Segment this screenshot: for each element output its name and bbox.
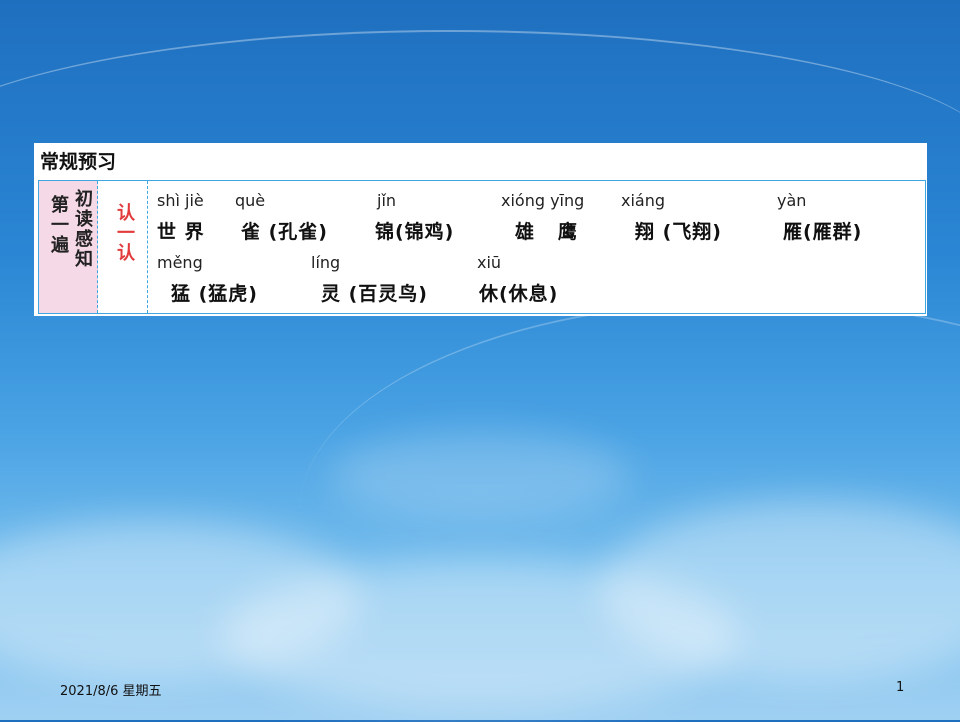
page-number: 1: [896, 680, 905, 695]
pinyin: yàn: [777, 191, 807, 210]
char-word: 世 界: [157, 221, 205, 243]
pinyin: líng: [311, 253, 341, 272]
char-word: 雀 (孔雀): [241, 221, 328, 243]
pinyin: xiū: [477, 253, 502, 272]
pass-number-label: 第一遍: [48, 195, 69, 255]
pinyin: shì jiè: [157, 191, 204, 210]
pinyin: què: [235, 191, 266, 210]
char-word: 休(休息): [479, 283, 559, 305]
pinyin: xiáng: [621, 191, 666, 210]
preview-table: 第一遍 初读感知 认一认 shì jiè què jǐn xióng yīng …: [38, 180, 926, 314]
char-word: 猛 (猛虎): [171, 283, 258, 305]
pinyin: měng: [157, 253, 203, 272]
char-word: 锦(锦鸡): [375, 221, 455, 243]
char-word: 灵 (百灵鸟): [321, 283, 428, 305]
section-title: 常规预习: [40, 151, 117, 173]
pinyin: xióng yīng: [501, 191, 585, 210]
char-word: 雁(雁群): [783, 221, 863, 243]
pass-goal-label: 初读感知: [72, 189, 93, 269]
char-word: 翔 (飞翔): [635, 221, 722, 243]
char-word: 雄 鹰: [515, 221, 578, 243]
pinyin: jǐn: [377, 191, 397, 210]
task-label-cell: 认一认: [98, 181, 148, 313]
pass-label-cell: 第一遍 初读感知: [39, 181, 98, 313]
preview-card: 常规预习 第一遍 初读感知 认一认 shì jiè què jǐn xióng …: [34, 143, 927, 316]
task-label: 认一认: [114, 203, 135, 263]
footer-date: 2021/8/6 星期五: [60, 684, 162, 699]
